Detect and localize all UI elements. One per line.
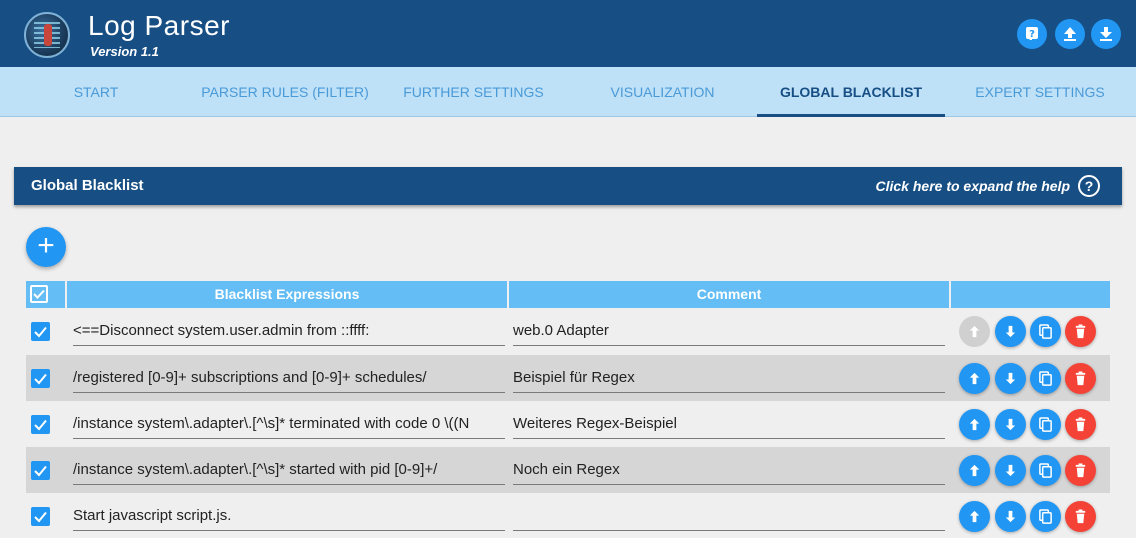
move-down-button[interactable] xyxy=(995,316,1026,347)
trash-icon xyxy=(1075,509,1086,524)
download-icon xyxy=(1100,27,1112,41)
table-row: /instance system\.adapter\.[^\s]* termin… xyxy=(26,401,1110,447)
arrow-up-icon xyxy=(969,510,980,523)
header-comment: Comment xyxy=(509,281,949,308)
delete-button[interactable] xyxy=(1065,316,1096,347)
arrow-down-icon xyxy=(1005,464,1016,477)
move-down-button[interactable] xyxy=(995,455,1026,486)
arrow-down-icon xyxy=(1005,372,1016,385)
check-icon xyxy=(33,289,45,299)
tab-expert-settings[interactable]: EXPERT SETTINGS xyxy=(965,67,1115,117)
duplicate-button[interactable] xyxy=(1030,363,1061,394)
comment-field[interactable]: web.0 Adapter xyxy=(513,316,945,346)
check-icon xyxy=(34,419,47,431)
tab-global-blacklist[interactable]: GLOBAL BLACKLIST xyxy=(757,67,945,117)
arrow-up-icon xyxy=(969,464,980,477)
duplicate-button[interactable] xyxy=(1030,409,1061,440)
table-header: Blacklist Expressions Comment xyxy=(26,281,1110,308)
delete-button[interactable] xyxy=(1065,455,1096,486)
app-version: Version 1.1 xyxy=(90,44,159,59)
check-icon xyxy=(34,326,47,338)
arrow-down-icon xyxy=(1005,510,1016,523)
table-row: Start javascript script.js. xyxy=(26,493,1110,538)
app-header: Log Parser Version 1.1 ? xyxy=(0,0,1136,67)
trash-icon xyxy=(1075,463,1086,478)
check-icon xyxy=(34,373,47,385)
table-row: <==Disconnect system.user.admin from ::f… xyxy=(26,308,1110,354)
row-checkbox[interactable] xyxy=(31,507,50,526)
table-row: /instance system\.adapter\.[^\s]* starte… xyxy=(26,447,1110,493)
expression-field[interactable]: /registered [0-9]+ subscriptions and [0-… xyxy=(73,363,505,393)
copy-icon xyxy=(1039,463,1052,478)
move-up-button[interactable] xyxy=(959,455,990,486)
move-up-button[interactable] xyxy=(959,409,990,440)
copy-icon xyxy=(1039,371,1052,386)
expression-field[interactable]: Start javascript script.js. xyxy=(73,501,505,531)
arrow-down-icon xyxy=(1005,418,1016,431)
duplicate-button[interactable] xyxy=(1030,455,1061,486)
header-expressions: Blacklist Expressions xyxy=(67,281,507,308)
tab-visualization[interactable]: VISUALIZATION xyxy=(590,67,735,117)
download-button[interactable] xyxy=(1091,19,1121,49)
row-checkbox[interactable] xyxy=(31,461,50,480)
delete-button[interactable] xyxy=(1065,409,1096,440)
help-circle-icon[interactable]: ? xyxy=(1078,175,1100,197)
move-down-button[interactable] xyxy=(995,501,1026,532)
header-checkbox-cell xyxy=(26,281,65,308)
duplicate-button[interactable] xyxy=(1030,501,1061,532)
comment-field[interactable]: Beispiel für Regex xyxy=(513,363,945,393)
move-up-button[interactable] xyxy=(959,501,990,532)
check-icon xyxy=(34,465,47,477)
move-up-button[interactable] xyxy=(959,316,990,347)
trash-icon xyxy=(1075,417,1086,432)
section-header: Global Blacklist Click here to expand th… xyxy=(14,167,1122,205)
upload-button[interactable] xyxy=(1055,19,1085,49)
arrow-up-icon xyxy=(969,418,980,431)
comment-field[interactable]: Noch ein Regex xyxy=(513,455,945,485)
move-up-button[interactable] xyxy=(959,363,990,394)
expression-field[interactable]: /instance system\.adapter\.[^\s]* termin… xyxy=(73,409,505,439)
tab-parser-rules[interactable]: PARSER RULES (FILTER) xyxy=(196,67,374,117)
select-all-checkbox[interactable] xyxy=(30,285,48,303)
copy-icon xyxy=(1039,417,1052,432)
delete-button[interactable] xyxy=(1065,501,1096,532)
table-row: /registered [0-9]+ subscriptions and [0-… xyxy=(26,355,1110,401)
duplicate-button[interactable] xyxy=(1030,316,1061,347)
row-checkbox[interactable] xyxy=(31,369,50,388)
check-icon xyxy=(34,511,47,523)
help-button[interactable]: ? xyxy=(1017,19,1047,49)
comment-field[interactable] xyxy=(513,501,945,531)
comment-field[interactable]: Weiteres Regex-Beispiel xyxy=(513,409,945,439)
header-actions xyxy=(951,281,1110,308)
app-logo-icon xyxy=(24,12,70,58)
section-title: Global Blacklist xyxy=(31,177,144,194)
app-title: Log Parser xyxy=(88,10,230,41)
expression-field[interactable]: /instance system\.adapter\.[^\s]* starte… xyxy=(73,455,505,485)
arrow-up-icon xyxy=(969,325,980,338)
row-checkbox[interactable] xyxy=(31,415,50,434)
upload-icon xyxy=(1064,27,1076,41)
trash-icon xyxy=(1075,371,1086,386)
svg-text:?: ? xyxy=(1029,29,1035,40)
move-down-button[interactable] xyxy=(995,409,1026,440)
expand-help-link[interactable]: Click here to expand the help xyxy=(876,167,1071,205)
expression-field[interactable]: <==Disconnect system.user.admin from ::f… xyxy=(73,316,505,346)
row-checkbox[interactable] xyxy=(31,322,50,341)
copy-icon xyxy=(1039,509,1052,524)
arrow-down-icon xyxy=(1005,325,1016,338)
main-tabs: START PARSER RULES (FILTER) FURTHER SETT… xyxy=(0,67,1136,117)
trash-icon xyxy=(1075,324,1086,339)
question-icon: ? xyxy=(1026,27,1038,40)
add-row-button[interactable]: + xyxy=(26,227,66,267)
arrow-up-icon xyxy=(969,372,980,385)
copy-icon xyxy=(1039,324,1052,339)
tab-start[interactable]: START xyxy=(16,67,176,117)
tab-further-settings[interactable]: FURTHER SETTINGS xyxy=(396,67,551,117)
move-down-button[interactable] xyxy=(995,363,1026,394)
delete-button[interactable] xyxy=(1065,363,1096,394)
